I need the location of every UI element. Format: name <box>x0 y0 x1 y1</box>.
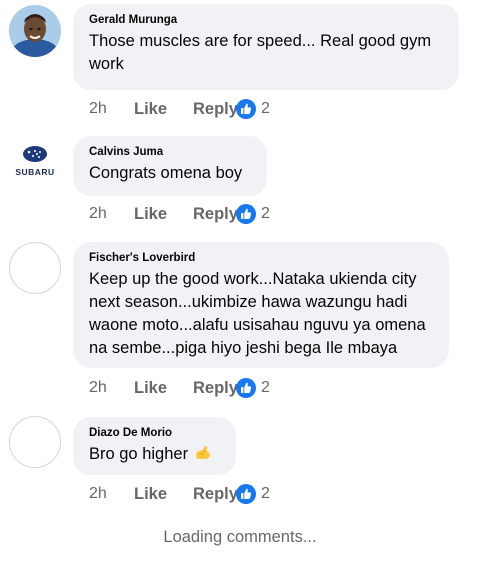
comment-author[interactable]: Gerald Murunga <box>89 13 443 27</box>
like-reaction-icon[interactable] <box>236 99 256 119</box>
comment-text-line: Congrats omena boy <box>89 164 243 182</box>
comment-text-line: Those muscles are for speed... Real good… <box>89 32 432 50</box>
comment-text-line: Bro go higher <box>89 443 220 466</box>
like-button[interactable]: Like <box>134 205 193 224</box>
comment-actions: 2h Like Reply 2 <box>89 98 270 120</box>
comment-text-line: work <box>89 55 124 73</box>
comment-text-line: waone moto...alafu usisahau nguvu ya ome… <box>89 316 426 334</box>
comment-actions: 2h Like Reply 2 <box>89 483 270 505</box>
reaction-count[interactable]: 2 <box>261 205 270 223</box>
comment-time[interactable]: 2h <box>89 100 134 118</box>
comment-text-line: na sembe...piga hiyo jeshi bega Ile mbay… <box>89 339 398 357</box>
comment-author[interactable]: Fischer's Loverbird <box>89 251 433 265</box>
flexed-biceps-icon <box>196 446 211 459</box>
reaction-count[interactable]: 2 <box>261 485 270 503</box>
like-button[interactable]: Like <box>134 100 193 119</box>
comment-time[interactable]: 2h <box>89 485 134 503</box>
comment-actions: 2h Like Reply 2 <box>89 377 270 399</box>
avatar[interactable] <box>9 242 61 294</box>
comment-time[interactable]: 2h <box>89 205 134 223</box>
like-reaction-icon[interactable] <box>236 484 256 504</box>
like-button[interactable]: Like <box>134 379 193 398</box>
comment-author[interactable]: Calvins Juma <box>89 145 251 159</box>
comment-time[interactable]: 2h <box>89 379 134 397</box>
loading-comments-text: Loading comments... <box>163 528 317 546</box>
reaction-count[interactable]: 2 <box>261 379 270 397</box>
reaction-count[interactable]: 2 <box>261 100 270 118</box>
comment-author[interactable]: Diazo De Morio <box>89 426 220 440</box>
like-reaction-icon[interactable] <box>236 378 256 398</box>
subaru-logo-text: SUBARU <box>15 167 54 177</box>
comment-text-line: next season...ukimbize hawa wazungu hadi <box>89 293 408 311</box>
comment-bubble: Gerald Murunga Those muscles are for spe… <box>73 4 459 90</box>
like-reaction-icon[interactable] <box>236 204 256 224</box>
subaru-logo-icon: SUBARU <box>15 146 54 177</box>
avatar[interactable] <box>9 416 61 468</box>
comment-actions: 2h Like Reply 2 <box>89 203 270 225</box>
avatar[interactable]: SUBARU <box>9 134 61 186</box>
comment-bubble: Fischer's Loverbird Keep up the good wor… <box>73 242 449 368</box>
reply-button[interactable]: Reply <box>193 205 238 224</box>
like-button[interactable]: Like <box>134 485 193 504</box>
comment-text: Bro go higher <box>89 445 189 463</box>
comment-bubble: Diazo De Morio Bro go higher <box>73 417 236 475</box>
comment-text-line: Keep up the good work...Nataka ukienda c… <box>89 270 417 288</box>
comment-bubble: Calvins Juma Congrats omena boy <box>73 136 267 196</box>
avatar[interactable] <box>9 5 61 57</box>
reply-button[interactable]: Reply <box>193 485 238 504</box>
profile-photo-image <box>9 5 61 57</box>
reply-button[interactable]: Reply <box>193 100 238 119</box>
reply-button[interactable]: Reply <box>193 379 238 398</box>
